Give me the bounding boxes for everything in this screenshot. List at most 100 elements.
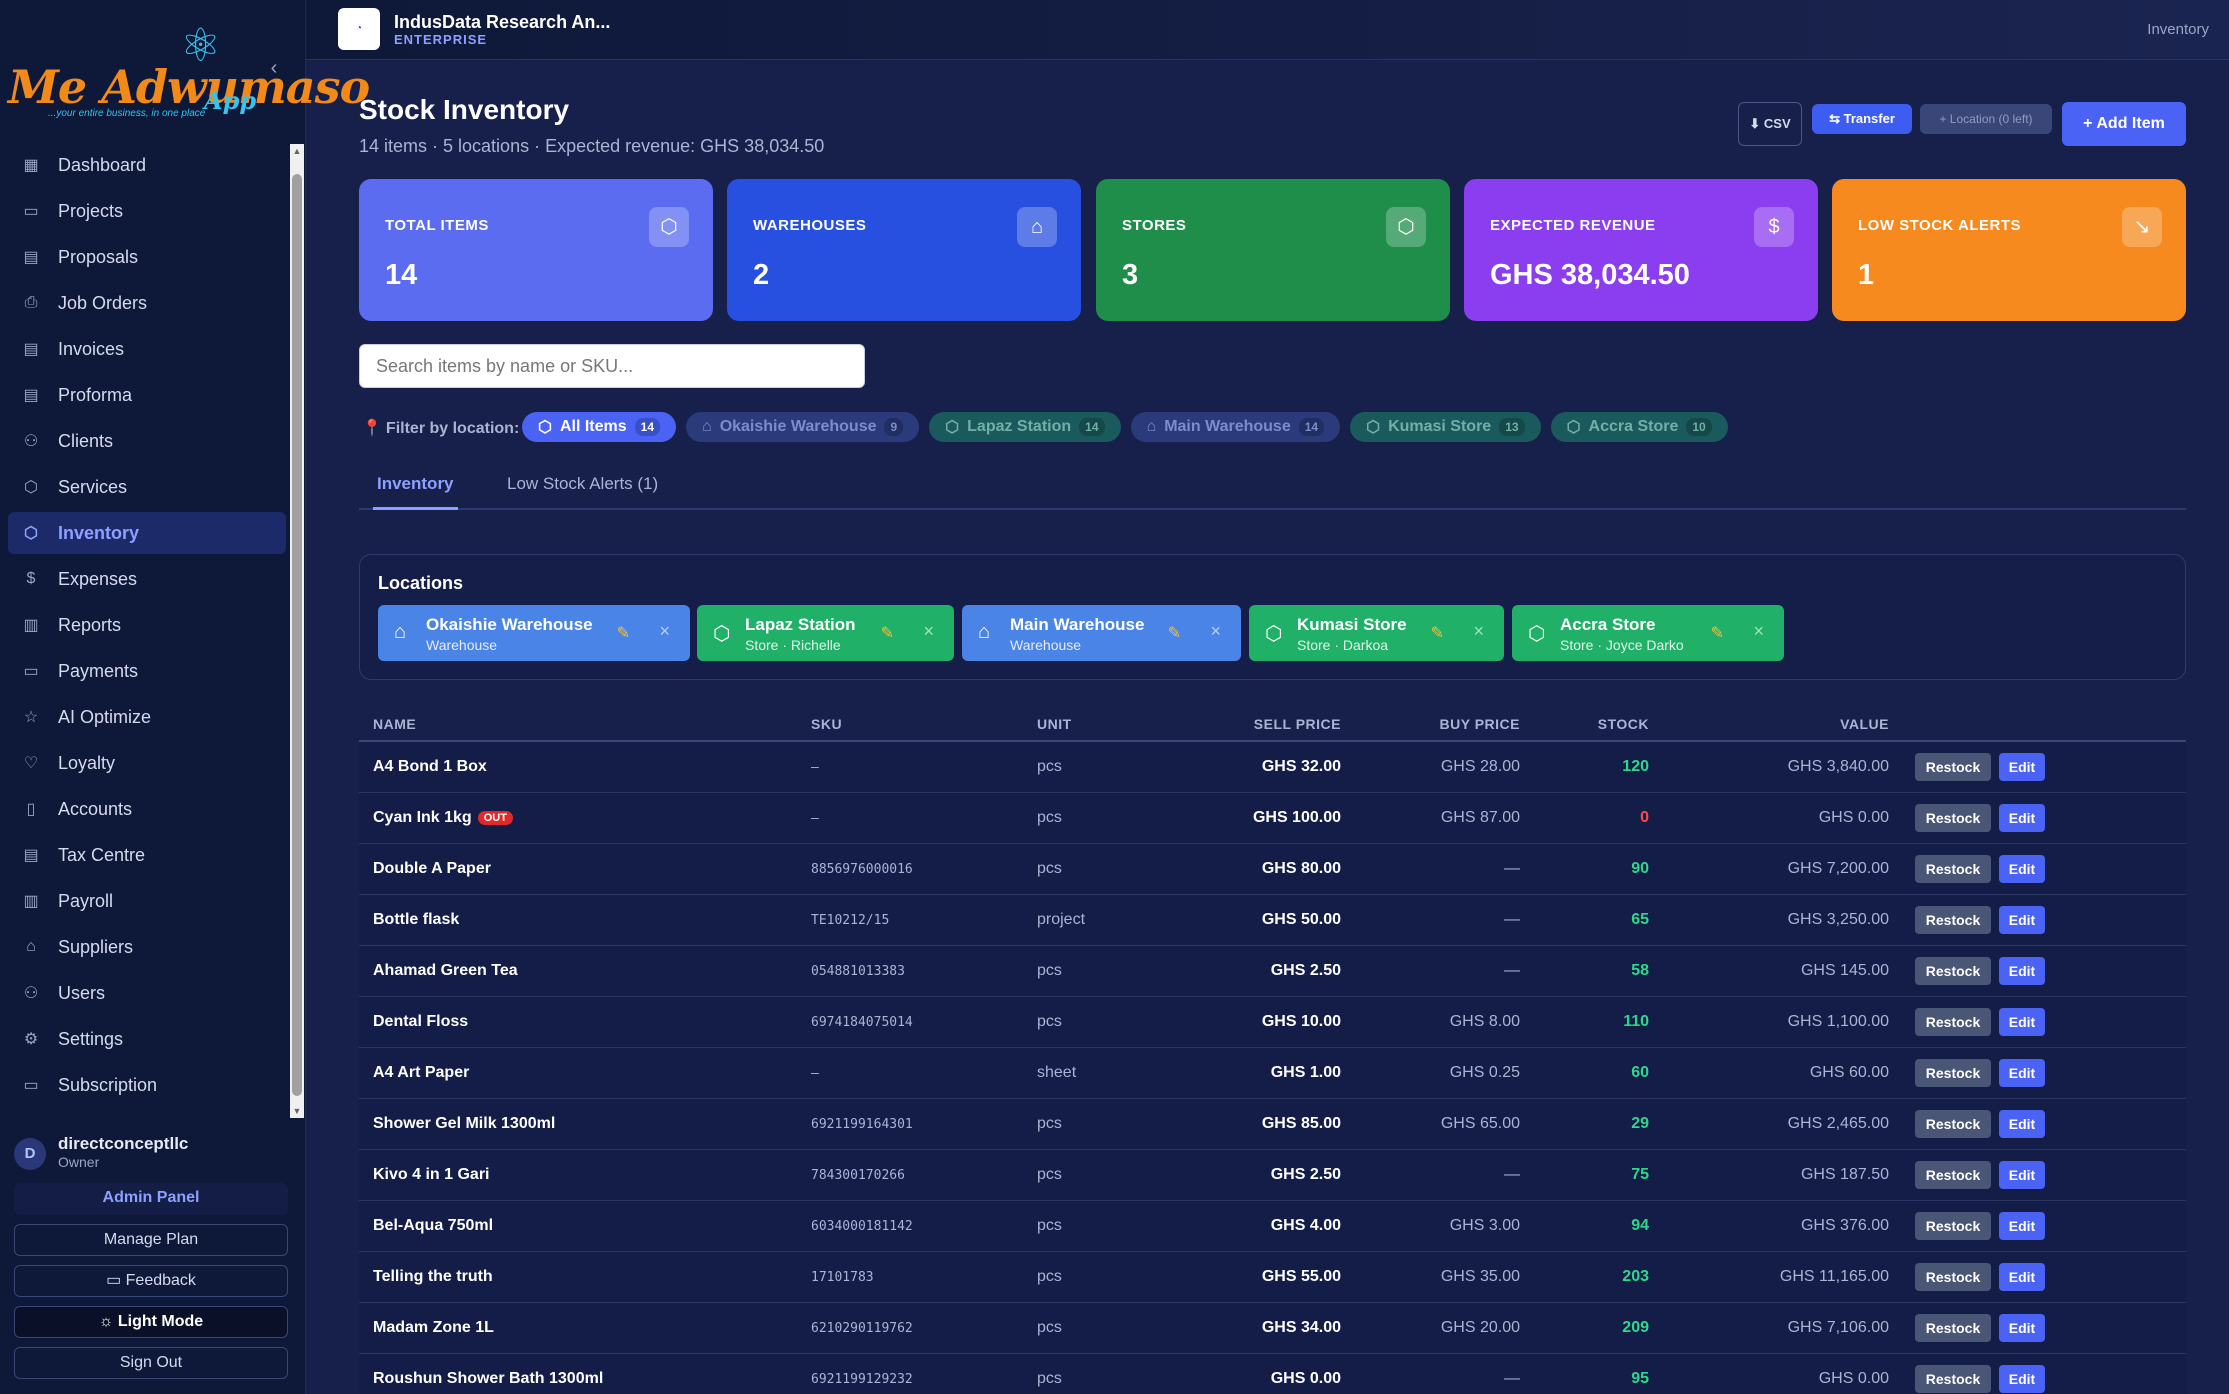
edit-button[interactable]: Edit [1999, 957, 2045, 985]
filter-chip-okaishie-warehouse[interactable]: ⌂ Okaishie Warehouse 9 [686, 412, 920, 442]
collapse-sidebar-button[interactable]: ‹ [260, 54, 288, 82]
sidebar-item-loyalty[interactable]: ♡ Loyalty [8, 742, 286, 784]
sidebar-item-tax-centre[interactable]: ▤ Tax Centre [8, 834, 286, 876]
edit-button[interactable]: Edit [1999, 1110, 2045, 1138]
sidebar-item-reports[interactable]: ▥ Reports [8, 604, 286, 646]
sidebar-item-ai-optimize[interactable]: ☆ AI Optimize [8, 696, 286, 738]
sidebar-item-job-orders[interactable]: ⎙ Job Orders [8, 282, 286, 324]
col-sell-price[interactable]: SELL PRICE [1254, 716, 1341, 732]
filter-chip-lapaz-station[interactable]: ⬡ Lapaz Station 14 [929, 412, 1121, 442]
sidebar-item-proforma[interactable]: ▤ Proforma [8, 374, 286, 416]
restock-button[interactable]: Restock [1915, 804, 1991, 832]
edit-button[interactable]: Edit [1999, 1263, 2045, 1291]
location-card-accra-store[interactable]: ⬡ Accra Store Store · Joyce Darko ✎ × [1512, 605, 1784, 661]
restock-button[interactable]: Restock [1915, 1008, 1991, 1036]
sign-out-button[interactable]: Sign Out [14, 1347, 288, 1379]
filter-chip-kumasi-store[interactable]: ⬡ Kumasi Store 13 [1350, 412, 1541, 442]
edit-button[interactable]: Edit [1999, 1365, 2045, 1393]
sidebar-item-invoices[interactable]: ▤ Invoices [8, 328, 286, 370]
col-name[interactable]: NAME [373, 716, 416, 732]
pencil-icon[interactable]: ✎ [1431, 623, 1444, 643]
item-name[interactable]: Double A Paper [373, 860, 491, 878]
light-mode-button[interactable]: ☼ Light Mode [14, 1306, 288, 1338]
manage-plan-button[interactable]: Manage Plan [14, 1224, 288, 1256]
sidebar-item-subscription[interactable]: ▭ Subscription [8, 1064, 286, 1106]
col-stock[interactable]: STOCK [1598, 716, 1649, 732]
sidebar-item-clients[interactable]: ⚇ Clients [8, 420, 286, 462]
edit-button[interactable]: Edit [1999, 1314, 2045, 1342]
scroll-thumb[interactable] [292, 174, 302, 1096]
app-logo[interactable]: ⚛ Me Adwumaso App ...your entire busines… [8, 14, 370, 124]
csv-export-button[interactable]: ⬇ CSV [1738, 102, 1802, 146]
sidebar-item-suppliers[interactable]: ⌂ Suppliers [8, 926, 286, 968]
add-item-button[interactable]: + Add Item [2062, 102, 2186, 146]
edit-button[interactable]: Edit [1999, 1059, 2045, 1087]
sidebar-item-dashboard[interactable]: ▦ Dashboard [8, 144, 286, 186]
item-name[interactable]: Shower Gel Milk 1300ml [373, 1115, 555, 1133]
pencil-icon[interactable]: ✎ [617, 623, 630, 643]
edit-button[interactable]: Edit [1999, 1008, 2045, 1036]
restock-button[interactable]: Restock [1915, 957, 1991, 985]
item-name[interactable]: Kivo 4 in 1 Gari [373, 1166, 489, 1184]
pencil-icon[interactable]: ✎ [881, 623, 894, 643]
item-name[interactable]: A4 Bond 1 Box [373, 758, 487, 776]
sidebar-scrollbar[interactable]: ▲ ▼ [290, 144, 304, 1118]
pencil-icon[interactable]: ✎ [1711, 623, 1724, 643]
close-icon[interactable]: × [1753, 621, 1764, 642]
sidebar-item-accounts[interactable]: ▯ Accounts [8, 788, 286, 830]
add-location-button[interactable]: + Location (0 left) [1920, 104, 2052, 134]
filter-chip-accra-store[interactable]: ⬡ Accra Store 10 [1550, 412, 1728, 442]
sidebar-item-users[interactable]: ⚇ Users [8, 972, 286, 1014]
admin-panel-button[interactable]: Admin Panel [14, 1183, 288, 1215]
close-icon[interactable]: × [659, 621, 670, 642]
location-card-main-warehouse[interactable]: ⌂ Main Warehouse Warehouse ✎ × [962, 605, 1241, 661]
restock-button[interactable]: Restock [1915, 1161, 1991, 1189]
close-icon[interactable]: × [923, 621, 934, 642]
location-card-okaishie-warehouse[interactable]: ⌂ Okaishie Warehouse Warehouse ✎ × [378, 605, 690, 661]
sidebar-item-settings[interactable]: ⚙ Settings [8, 1018, 286, 1060]
sidebar-item-payments[interactable]: ▭ Payments [8, 650, 286, 692]
sidebar-item-inventory[interactable]: ⬡ Inventory [8, 512, 286, 554]
scroll-up-icon[interactable]: ▲ [290, 144, 304, 158]
item-name[interactable]: Bel-Aqua 750ml [373, 1217, 493, 1235]
item-name[interactable]: Roushun Shower Bath 1300ml [373, 1370, 603, 1388]
transfer-button[interactable]: ⇆ Transfer [1812, 104, 1912, 134]
search-input[interactable] [359, 344, 865, 388]
close-icon[interactable]: × [1210, 621, 1221, 642]
feedback-button[interactable]: ▭ Feedback [14, 1265, 288, 1297]
col-unit[interactable]: UNIT [1037, 716, 1072, 732]
pencil-icon[interactable]: ✎ [1168, 623, 1181, 643]
location-card-lapaz-station[interactable]: ⬡ Lapaz Station Store · Richelle ✎ × [697, 605, 954, 661]
scroll-down-icon[interactable]: ▼ [290, 1104, 304, 1118]
sidebar-item-payroll[interactable]: ▥ Payroll [8, 880, 286, 922]
item-name[interactable]: Ahamad Green Tea [373, 962, 518, 980]
edit-button[interactable]: Edit [1999, 906, 2045, 934]
restock-button[interactable]: Restock [1915, 753, 1991, 781]
sidebar-item-expenses[interactable]: $ Expenses [8, 558, 286, 600]
edit-button[interactable]: Edit [1999, 1161, 2045, 1189]
restock-button[interactable]: Restock [1915, 1059, 1991, 1087]
tab-low-stock-alerts-1[interactable]: Low Stock Alerts (1) [503, 474, 662, 510]
close-icon[interactable]: × [1473, 621, 1484, 642]
restock-button[interactable]: Restock [1915, 906, 1991, 934]
location-card-kumasi-store[interactable]: ⬡ Kumasi Store Store · Darkoa ✎ × [1249, 605, 1504, 661]
edit-button[interactable]: Edit [1999, 1212, 2045, 1240]
restock-button[interactable]: Restock [1915, 855, 1991, 883]
edit-button[interactable]: Edit [1999, 753, 2045, 781]
restock-button[interactable]: Restock [1915, 1110, 1991, 1138]
filter-chip-main-warehouse[interactable]: ⌂ Main Warehouse 14 [1130, 412, 1341, 442]
item-name[interactable]: Madam Zone 1L [373, 1319, 494, 1337]
col-sku[interactable]: SKU [811, 716, 842, 732]
col-value[interactable]: VALUE [1840, 716, 1889, 732]
user-profile[interactable]: D directconceptllc Owner [14, 1130, 294, 1180]
item-name[interactable]: Telling the truth [373, 1268, 493, 1286]
item-name[interactable]: Dental Floss [373, 1013, 468, 1031]
restock-button[interactable]: Restock [1915, 1212, 1991, 1240]
sidebar-item-proposals[interactable]: ▤ Proposals [8, 236, 286, 278]
edit-button[interactable]: Edit [1999, 804, 2045, 832]
item-name[interactable]: A4 Art Paper [373, 1064, 469, 1082]
edit-button[interactable]: Edit [1999, 855, 2045, 883]
tab-inventory[interactable]: Inventory [373, 474, 458, 510]
col-buy-price[interactable]: BUY PRICE [1440, 716, 1520, 732]
restock-button[interactable]: Restock [1915, 1263, 1991, 1291]
